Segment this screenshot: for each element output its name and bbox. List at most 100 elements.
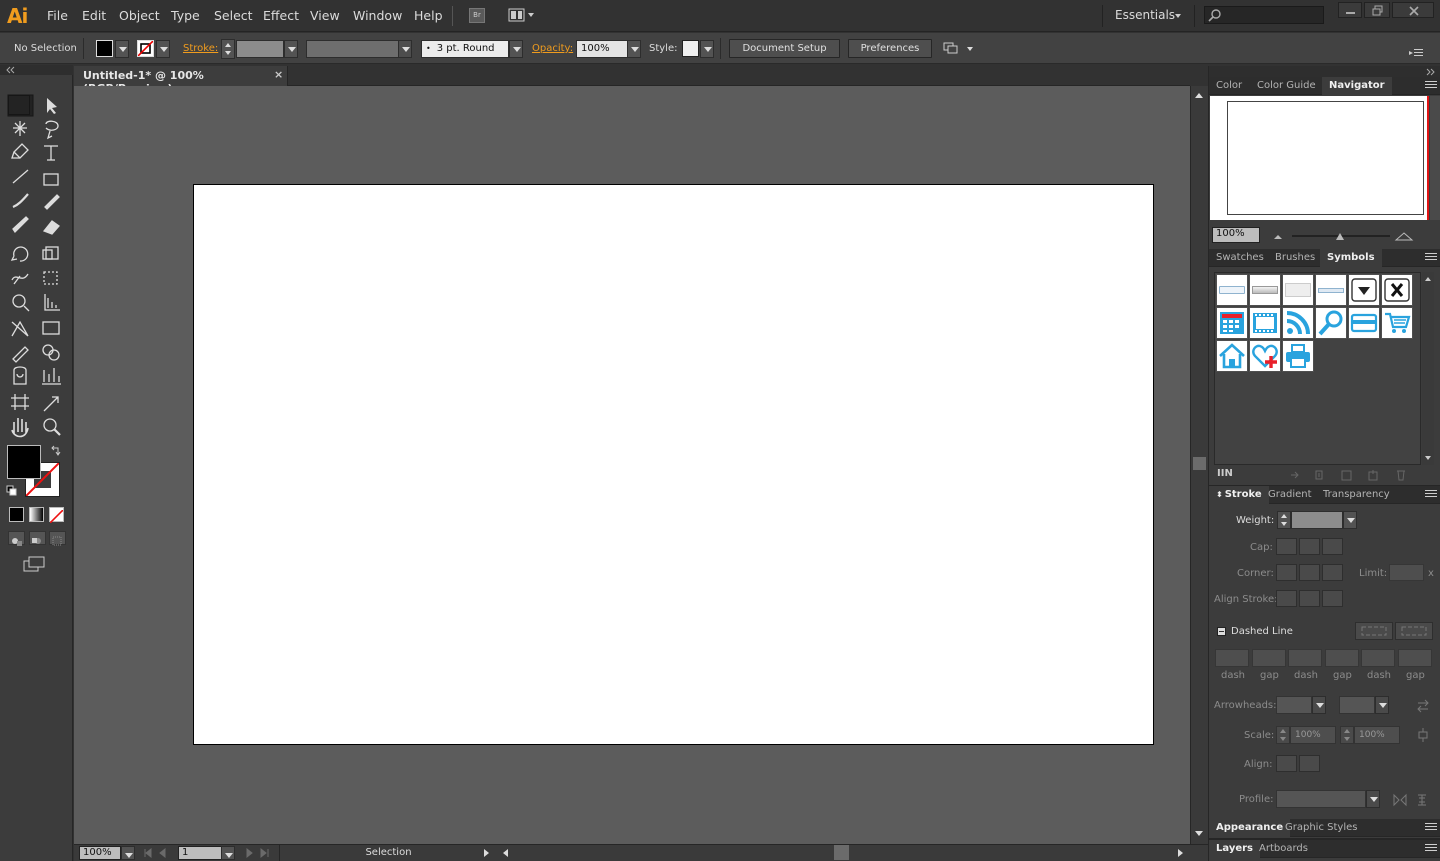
- close-window-button[interactable]: [1392, 2, 1434, 18]
- stroke-color-swatch[interactable]: [137, 40, 154, 57]
- screen-mode-icon[interactable]: [23, 555, 47, 573]
- start-arrowhead-select[interactable]: [1276, 696, 1312, 714]
- stroke-weight-dropdown[interactable]: [284, 40, 298, 58]
- arrange-documents-button[interactable]: [508, 8, 538, 23]
- symbol-actions-bar[interactable]: [1289, 468, 1419, 482]
- tab-swatches[interactable]: Swatches: [1209, 249, 1271, 267]
- brush-definition-field[interactable]: • 3 pt. Round: [421, 40, 509, 58]
- menu-window[interactable]: Window: [353, 8, 402, 23]
- tab-stroke[interactable]: ⬍ Stroke: [1209, 486, 1269, 504]
- end-scale-field[interactable]: 100%: [1354, 726, 1400, 744]
- limit-field[interactable]: [1389, 564, 1424, 581]
- draw-inside-button[interactable]: [49, 531, 66, 546]
- butt-cap-button[interactable]: [1276, 538, 1297, 555]
- status-tool-label[interactable]: Selection: [279, 845, 497, 861]
- graphic-style-swatch[interactable]: [682, 40, 699, 57]
- menu-select[interactable]: Select: [214, 8, 253, 23]
- link-scale-icon[interactable]: [1415, 727, 1431, 743]
- line-segment-tool[interactable]: [8, 169, 30, 189]
- navigator-menu-icon[interactable]: [1425, 81, 1437, 91]
- selection-tool[interactable]: [8, 95, 30, 115]
- document-setup-button[interactable]: Document Setup: [729, 39, 840, 58]
- expand-dock-icon[interactable]: [1423, 67, 1437, 77]
- artboard-dropdown[interactable]: [221, 846, 235, 860]
- swap-arrowheads-icon[interactable]: [1416, 699, 1430, 713]
- minimize-button[interactable]: [1338, 2, 1362, 18]
- end-arrowhead-dropdown[interactable]: [1375, 696, 1389, 714]
- scroll-down-icon[interactable]: [1192, 828, 1206, 838]
- tab-graphic-styles[interactable]: Graphic Styles: [1278, 819, 1364, 837]
- symbol-heart-add[interactable]: [1249, 340, 1281, 372]
- symbol-printer[interactable]: [1282, 340, 1314, 372]
- navigator-zoom-slider[interactable]: [1272, 229, 1432, 243]
- blend-tool[interactable]: [40, 341, 62, 361]
- rectangle-tool[interactable]: [40, 169, 62, 189]
- align-outside-button[interactable]: [1322, 590, 1343, 607]
- appearance-menu-icon[interactable]: [1425, 823, 1437, 833]
- symbol-button-flat[interactable]: [1216, 274, 1248, 306]
- menu-object[interactable]: Object: [119, 8, 160, 23]
- pen-tool[interactable]: [8, 144, 30, 164]
- zoom-dropdown[interactable]: [121, 846, 135, 860]
- draw-normal-button[interactable]: [8, 531, 25, 546]
- stroke-menu-icon[interactable]: [1425, 490, 1437, 500]
- miter-join-button[interactable]: [1276, 564, 1297, 581]
- arrange-objects-button[interactable]: [943, 41, 977, 57]
- gradient-tool[interactable]: [40, 317, 62, 337]
- symbols-menu-icon[interactable]: [1425, 253, 1437, 263]
- tab-artboards[interactable]: Artboards: [1252, 840, 1315, 858]
- symbol-sprayer-tool[interactable]: [8, 367, 30, 387]
- align-center-button[interactable]: [1276, 590, 1297, 607]
- menu-view[interactable]: View: [310, 8, 340, 23]
- panel-options-toggle-icon[interactable]: ⬍: [1216, 490, 1223, 499]
- scale-stepper-1[interactable]: [1276, 726, 1290, 744]
- symbols-scrollbar[interactable]: [1422, 272, 1434, 465]
- search-input[interactable]: [1204, 6, 1324, 24]
- dash-field-3[interactable]: [1361, 649, 1395, 667]
- scroll-up-icon[interactable]: [1192, 90, 1206, 100]
- perspective-grid-tool[interactable]: [40, 291, 62, 311]
- round-cap-button[interactable]: [1299, 538, 1320, 555]
- menu-edit[interactable]: Edit: [82, 8, 106, 23]
- end-arrowhead-select[interactable]: [1339, 696, 1375, 714]
- arrow-tip-at-end-button[interactable]: [1299, 755, 1320, 772]
- stroke-weight-stepper[interactable]: [221, 39, 235, 59]
- gradient-mode-button[interactable]: [29, 507, 44, 522]
- opacity-field[interactable]: 100%: [576, 40, 628, 58]
- type-tool[interactable]: [40, 144, 62, 164]
- fill-dropdown[interactable]: [115, 40, 129, 58]
- blob-brush-tool[interactable]: [8, 217, 30, 237]
- default-fill-stroke-icon[interactable]: [6, 485, 18, 497]
- canvas-area[interactable]: [74, 86, 1190, 844]
- fill-color-swatch[interactable]: [96, 40, 113, 57]
- symbol-button-line[interactable]: [1315, 274, 1347, 306]
- start-arrowhead-dropdown[interactable]: [1312, 696, 1326, 714]
- start-scale-field[interactable]: 100%: [1290, 726, 1336, 744]
- profile-dropdown[interactable]: [398, 40, 412, 58]
- symbol-home[interactable]: [1216, 340, 1248, 372]
- width-tool[interactable]: [8, 267, 30, 287]
- first-prev-artboard-icons[interactable]: [141, 846, 181, 860]
- rotate-tool[interactable]: [8, 243, 30, 263]
- scroll-thumb[interactable]: [1193, 457, 1206, 470]
- layers-menu-icon[interactable]: [1425, 844, 1437, 854]
- menu-type[interactable]: Type: [171, 8, 200, 23]
- dash-field-2[interactable]: [1288, 649, 1322, 667]
- tab-gradient[interactable]: Gradient: [1261, 486, 1319, 504]
- tab-color-guide[interactable]: Color Guide: [1250, 77, 1323, 95]
- next-last-artboard-icons[interactable]: [241, 846, 281, 860]
- preferences-button[interactable]: Preferences: [848, 39, 932, 58]
- symbol-calendar[interactable]: [1216, 307, 1248, 339]
- menu-file[interactable]: File: [47, 8, 68, 23]
- align-inside-button[interactable]: [1299, 590, 1320, 607]
- pencil-tool[interactable]: [40, 193, 62, 213]
- paintbrush-tool[interactable]: [8, 193, 30, 213]
- weight-field[interactable]: [1291, 511, 1343, 529]
- profile-select-dropdown[interactable]: [1366, 790, 1380, 808]
- tab-symbols[interactable]: Symbols: [1320, 249, 1382, 267]
- document-tab[interactable]: Untitled-1* @ 100% (RGB/Preview) ×: [74, 66, 288, 95]
- tab-navigator[interactable]: Navigator: [1322, 77, 1392, 95]
- gap-field-3[interactable]: [1398, 649, 1432, 667]
- artboard-number-field[interactable]: 1: [178, 846, 222, 860]
- symbol-button-light[interactable]: [1282, 274, 1314, 306]
